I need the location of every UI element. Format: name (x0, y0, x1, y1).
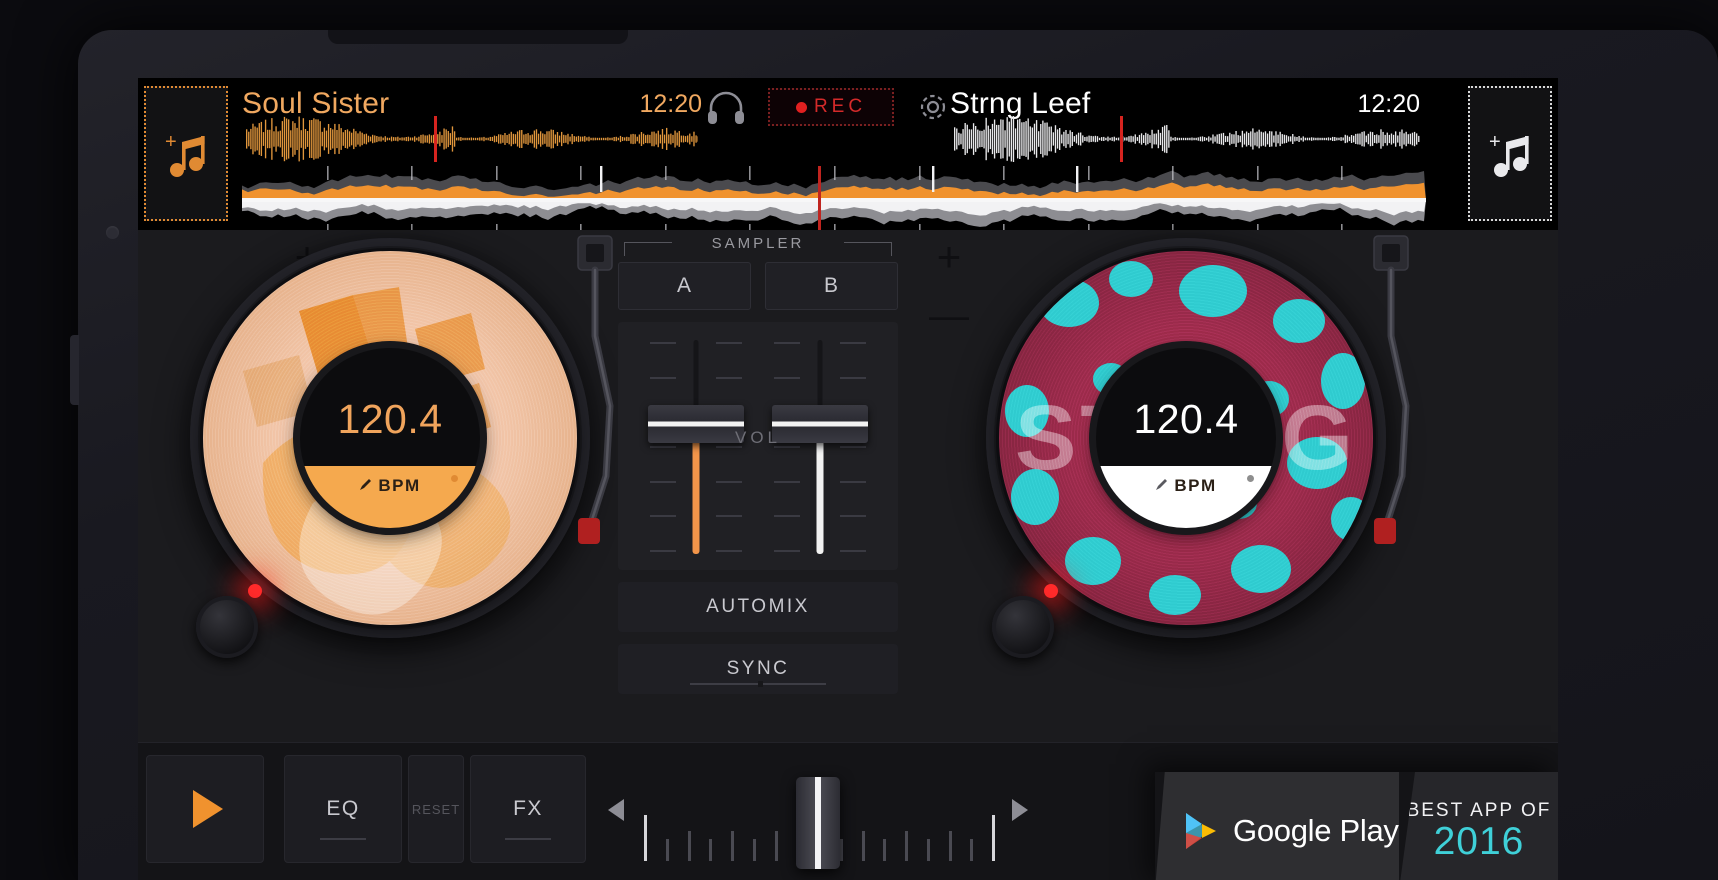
sync-label: SYNC (726, 658, 790, 679)
pitch-controls-right: + — (920, 236, 978, 337)
sampler-buttons: A B (618, 262, 898, 310)
fx-indicator (505, 838, 551, 840)
tonearm-right[interactable] (1328, 226, 1448, 556)
sampler-a-button[interactable]: A (618, 262, 751, 310)
fader-fill-right (816, 437, 824, 554)
bpm-hub-left[interactable]: 120.4 BPM (300, 348, 480, 528)
waveform-topbar: + Soul Sister 12:20 REC Strng Leef 12:20… (138, 78, 1558, 238)
svg-text:+: + (165, 131, 177, 153)
deck-area: + — + — (138, 230, 1558, 742)
record-label: REC (813, 96, 867, 117)
track-time-left: 12:20 (639, 89, 702, 118)
record-dot-icon (795, 101, 807, 113)
sampler-header: SAMPLER (618, 230, 898, 256)
add-music-note-icon: + (1487, 128, 1533, 180)
play-icon (193, 790, 223, 828)
reset-button[interactable]: RESET (408, 755, 464, 863)
next-icon[interactable] (1012, 799, 1028, 821)
eq-indicator (320, 838, 366, 840)
bottom-toolbar: EQ RESET FX Google Play BEST APP OF 2016 (138, 742, 1558, 880)
power-knob-left[interactable] (196, 596, 258, 658)
cue-dot-right (1247, 475, 1254, 482)
cue-dot-left (451, 475, 458, 482)
pencil-icon (359, 478, 372, 491)
automix-label: AUTOMIX (706, 596, 810, 617)
volume-label: VOL (734, 428, 782, 447)
sync-button[interactable]: SYNC (618, 644, 898, 694)
sampler-b-button[interactable]: B (765, 262, 898, 310)
eq-label: EQ (326, 797, 360, 820)
record-button[interactable]: REC (768, 88, 894, 126)
fx-button[interactable]: FX (470, 755, 586, 863)
app-screen: + Soul Sister 12:20 REC Strng Leef 12:20… (138, 78, 1558, 880)
crossfader-handle[interactable] (796, 777, 840, 869)
add-music-note-icon: + (163, 128, 209, 180)
turntable-left[interactable]: 120.4 BPM (190, 235, 614, 658)
crossfader[interactable] (608, 755, 1028, 869)
google-play-icon (1183, 811, 1219, 851)
pitch-up-right-button[interactable]: + (920, 236, 978, 278)
sampler-bracket-right (844, 242, 892, 256)
load-track-left-button[interactable]: + (144, 86, 228, 221)
center-mixer: SAMPLER A B VOL AUTOMIX SYNC (618, 230, 898, 742)
load-track-right-button[interactable]: + (1468, 86, 1552, 221)
screenshot-root: + Soul Sister 12:20 REC Strng Leef 12:20… (0, 0, 1718, 880)
pitch-down-right-button[interactable]: — (920, 296, 978, 336)
bpm-value-right: 120.4 (1133, 396, 1239, 442)
sampler-label: SAMPLER (711, 234, 805, 252)
bpm-label-left: BPM (378, 476, 421, 495)
automix-button[interactable]: AUTOMIX (618, 582, 898, 632)
award-section: BEST APP OF 2016 (1399, 772, 1558, 880)
crossfader-lane[interactable] (644, 755, 995, 869)
play-button[interactable] (146, 755, 264, 863)
volume-faders: VOL (618, 322, 898, 570)
device-notch (328, 30, 628, 44)
front-camera (106, 226, 119, 239)
tablet-device-frame: + Soul Sister 12:20 REC Strng Leef 12:20… (70, 30, 1718, 880)
headphones-icon[interactable] (706, 89, 746, 125)
sync-indicator (690, 681, 826, 687)
device-side-button[interactable] (70, 335, 79, 405)
prev-icon[interactable] (608, 799, 624, 821)
google-play-label: Google Play (1233, 813, 1399, 848)
bpm-hub-right[interactable]: 120.4 BPM (1096, 348, 1276, 528)
pencil-icon (1155, 478, 1168, 491)
waveform-thin-left[interactable] (246, 116, 698, 162)
bpm-value-left: 120.4 (337, 396, 443, 442)
award-year-label: 2016 (1433, 819, 1525, 863)
bpm-label-right: BPM (1174, 476, 1217, 495)
waveform-thin-right[interactable] (954, 116, 1420, 162)
turntable-right[interactable]: STRNG 120.4 BPM (986, 235, 1410, 658)
google-play-award-badge: Google Play BEST APP OF 2016 (1155, 772, 1558, 880)
reset-label: RESET (411, 801, 461, 817)
eq-button[interactable]: EQ (284, 755, 402, 863)
power-knob-right[interactable] (992, 596, 1054, 658)
sampler-bracket-left (624, 242, 672, 256)
track-time-right: 12:20 (1357, 89, 1420, 118)
award-line-label: BEST APP OF (1406, 799, 1552, 821)
svg-text:+: + (1489, 131, 1501, 153)
gear-icon[interactable] (916, 90, 950, 124)
google-play-section: Google Play (1155, 772, 1399, 880)
waveform-dual-main[interactable] (242, 166, 1426, 238)
fader-fill-left (692, 437, 700, 554)
power-led-right (1044, 584, 1058, 598)
fx-label: FX (513, 797, 543, 820)
transport-center-icons: REC (706, 84, 950, 130)
power-led-left (248, 584, 262, 598)
